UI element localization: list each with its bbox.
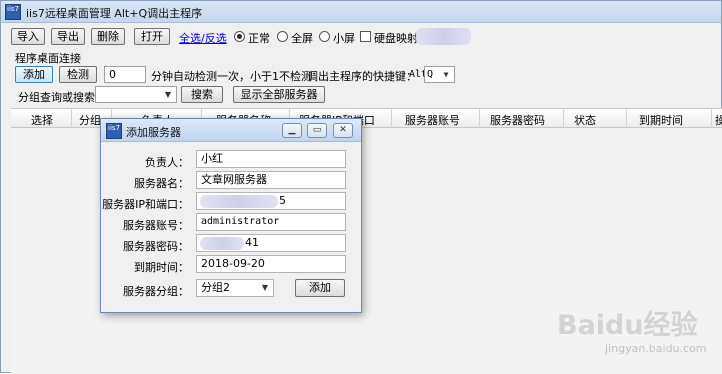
server-ip-value: 5 — [279, 194, 286, 207]
dialog-app-icon: iis7 — [106, 123, 122, 139]
check-interval-input[interactable]: 0 — [104, 66, 146, 83]
maximize-icon[interactable]: ▭ — [307, 123, 327, 138]
close-icon[interactable]: ✕ — [333, 123, 353, 138]
server-account-input[interactable]: administrator — [196, 213, 346, 231]
export-button[interactable]: 导出 — [51, 28, 85, 45]
add-button[interactable]: 添加 — [15, 66, 53, 83]
baidu-watermark-url: jingyan.baidu.com — [605, 342, 707, 355]
search-label: 分组查询或搜索： — [18, 91, 106, 104]
mode-normal-radio[interactable] — [234, 31, 245, 42]
search-button[interactable]: 搜索 — [181, 86, 223, 103]
baidu-watermark-logo: Baidu经验 — [557, 310, 698, 341]
mode-fullscreen-radio[interactable] — [277, 31, 288, 42]
server-group-select[interactable]: 分组2 ▼ — [196, 279, 274, 297]
col-status[interactable]: 状态 — [574, 112, 596, 128]
chevron-down-icon: ▼ — [261, 283, 269, 292]
column-divider — [563, 109, 564, 128]
column-divider — [391, 109, 392, 128]
col-actions[interactable]: 操作 — [715, 112, 722, 128]
redacted-blur — [200, 237, 244, 250]
check-button[interactable]: 检测 — [59, 66, 97, 83]
mode-small-radio[interactable] — [319, 31, 330, 42]
server-group-value: 分组2 — [201, 281, 230, 294]
hotkey-value: Q — [427, 69, 434, 80]
expiry-label: 到期时间： — [134, 261, 189, 274]
chevron-down-icon: ▼ — [443, 70, 449, 79]
chevron-down-icon: ▼ — [164, 90, 172, 99]
column-divider — [626, 109, 627, 128]
col-server-password[interactable]: 服务器密码 — [490, 112, 545, 128]
section-title: 程序桌面连接 — [15, 52, 81, 65]
col-server-account[interactable]: 服务器账号 — [405, 112, 460, 128]
server-password-label: 服务器密码： — [123, 240, 189, 253]
server-name-label: 服务器名： — [134, 177, 189, 190]
show-all-servers-button[interactable]: 显示全部服务器 — [233, 86, 325, 103]
col-group[interactable]: 分组 — [79, 112, 101, 128]
group-search-combo[interactable]: ▼ — [95, 86, 177, 103]
redacted-blur — [200, 195, 278, 208]
mode-small-label: 小屏 — [333, 32, 355, 45]
dialog-title: 添加服务器 — [126, 126, 181, 139]
hotkey-select[interactable]: Q ▼ — [424, 66, 455, 83]
app-icon: iis7 — [5, 4, 21, 20]
server-ip-label: 服务器IP和端口： — [102, 198, 189, 211]
dialog-title-bar[interactable]: iis7 添加服务器 ▁ ▭ ✕ — [101, 119, 361, 142]
select-all-link[interactable]: 全选/反选 — [179, 30, 227, 46]
column-divider — [711, 109, 712, 128]
server-name-input[interactable]: 文章网服务器 — [196, 171, 346, 189]
col-select[interactable]: 选择 — [31, 112, 53, 128]
dialog-add-button[interactable]: 添加 — [295, 279, 345, 297]
expiry-input[interactable]: 2018-09-20 — [196, 255, 346, 273]
server-group-label: 服务器分组： — [123, 285, 189, 298]
redacted-blur — [416, 28, 471, 45]
interval-hint: 分钟自动检测一次，小于1不检测 — [151, 70, 312, 83]
mode-fullscreen-label: 全屏 — [291, 32, 313, 45]
server-password-value: 41 — [245, 236, 259, 249]
window-title: iis7远程桌面管理 Alt+Q调出主程序 — [26, 7, 203, 20]
disk-mapping-checkbox[interactable] — [360, 31, 371, 42]
hotkey-label: 调出主程序的快捷键： — [307, 70, 417, 83]
owner-label: 负责人： — [145, 156, 189, 169]
open-button[interactable]: 打开 — [134, 28, 170, 45]
column-divider — [479, 109, 480, 128]
minimize-icon[interactable]: ▁ — [282, 123, 302, 138]
delete-button[interactable]: 删除 — [91, 28, 125, 45]
add-server-dialog: iis7 添加服务器 ▁ ▭ ✕ 负责人： 小红 服务器名： 文章网服务器 服务… — [100, 118, 362, 313]
server-account-label: 服务器账号： — [123, 219, 189, 232]
column-divider — [71, 109, 72, 128]
title-bar: iis7 iis7远程桌面管理 Alt+Q调出主程序 — [1, 1, 721, 23]
disk-mapping-label: 硬盘映射 — [374, 32, 418, 45]
import-button[interactable]: 导入 — [11, 28, 45, 45]
mode-normal-label: 正常 — [248, 32, 270, 45]
owner-input[interactable]: 小红 — [196, 150, 346, 168]
col-expiry[interactable]: 到期时间 — [639, 112, 683, 128]
